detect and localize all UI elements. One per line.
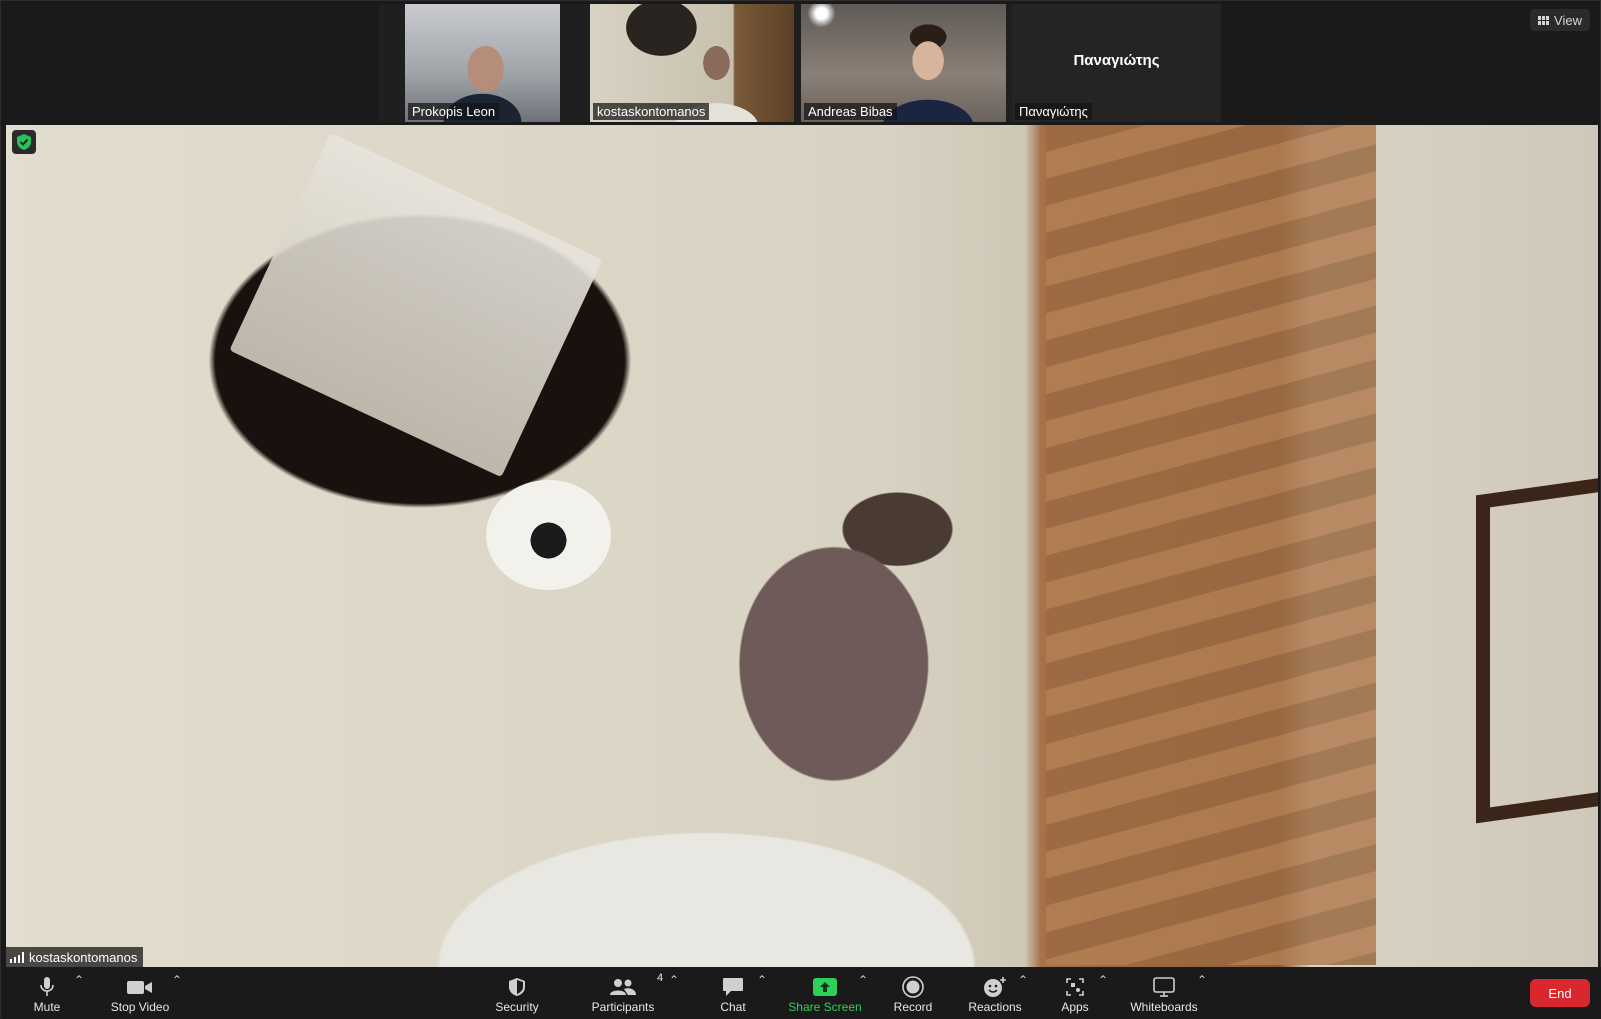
- record-icon: [902, 974, 924, 1000]
- stop-video-label: Stop Video: [110, 1000, 170, 1014]
- apps-icon: [1065, 974, 1085, 1000]
- apps-button[interactable]: Apps: [1056, 971, 1094, 1017]
- participant-tile-prokopis[interactable]: Prokopis Leon: [405, 4, 560, 122]
- background-shelves: [1046, 125, 1376, 965]
- main-speaker-video: [6, 125, 1598, 967]
- participant-name: kostaskontomanos: [593, 103, 710, 120]
- mute-button[interactable]: Mute: [23, 971, 71, 1017]
- view-label: View: [1554, 12, 1582, 28]
- chevron-up-icon[interactable]: ⌃: [1197, 973, 1207, 987]
- end-meeting-button[interactable]: End: [1530, 979, 1590, 1007]
- reactions-button[interactable]: Reactions: [966, 971, 1024, 1017]
- security-button[interactable]: Security: [491, 971, 543, 1017]
- mute-label: Mute: [33, 1000, 61, 1014]
- participant-tile-kostas[interactable]: kostaskontomanos: [590, 4, 794, 122]
- background-boxes: [229, 132, 603, 478]
- participant-name: Andreas Bibas: [804, 103, 897, 120]
- whiteboards-button[interactable]: Whiteboards: [1128, 971, 1200, 1017]
- chat-label: Chat: [720, 1000, 746, 1014]
- background-tape-roll: [486, 480, 611, 590]
- participants-label: Participants: [591, 1000, 655, 1014]
- chevron-up-icon[interactable]: ⌃: [1098, 973, 1108, 987]
- participants-icon: 4: [609, 972, 663, 1000]
- microphone-icon: [39, 974, 55, 1000]
- chevron-up-icon[interactable]: ⌃: [858, 973, 868, 987]
- chat-button[interactable]: Chat: [713, 971, 753, 1017]
- chat-bubble-icon: [722, 974, 744, 1000]
- chevron-up-icon[interactable]: ⌃: [1018, 973, 1028, 987]
- whiteboards-label: Whiteboards: [1130, 1000, 1198, 1014]
- security-label: Security: [495, 1000, 539, 1014]
- participant-tile-andreas[interactable]: Andreas Bibas: [801, 4, 1006, 122]
- stop-video-button[interactable]: Stop Video: [107, 971, 173, 1017]
- background-picture-frame: [1476, 474, 1598, 824]
- record-button[interactable]: Record: [891, 971, 935, 1017]
- share-screen-button[interactable]: Share Screen: [788, 971, 862, 1017]
- participant-big-name: Παναγιώτης: [1073, 52, 1160, 69]
- encryption-shield-icon[interactable]: [12, 130, 36, 154]
- meeting-toolbar: Mute ⌃ Stop Video ⌃ Security 4 Participa…: [1, 967, 1601, 1019]
- view-button[interactable]: View: [1530, 9, 1590, 31]
- participant-name: Prokopis Leon: [408, 103, 500, 120]
- apps-label: Apps: [1061, 1000, 1089, 1014]
- participant-strip: Prokopis Leon kostaskontomanos Andreas B…: [379, 4, 1221, 122]
- zoom-meeting-window: Prokopis Leon kostaskontomanos Andreas B…: [0, 0, 1601, 1019]
- share-screen-label: Share Screen: [788, 1000, 862, 1014]
- chevron-up-icon[interactable]: ⌃: [669, 973, 679, 987]
- chevron-up-icon[interactable]: ⌃: [757, 973, 767, 987]
- speaker-name-label: kostaskontomanos: [6, 947, 144, 967]
- chevron-up-icon[interactable]: ⌃: [172, 973, 182, 987]
- smiley-plus-icon: [983, 974, 1007, 1000]
- security-shield-icon: [508, 974, 526, 1000]
- participants-button[interactable]: 4 Participants: [588, 971, 663, 1017]
- participant-tile-panagiotis[interactable]: Παναγιώτης Παναγιώτης: [1012, 4, 1221, 122]
- signal-strength-icon: [10, 951, 24, 963]
- reactions-label: Reactions: [968, 1000, 1022, 1014]
- video-camera-icon: [127, 974, 153, 1000]
- chevron-up-icon[interactable]: ⌃: [74, 973, 84, 987]
- record-label: Record: [893, 1000, 933, 1014]
- participants-count: 4: [657, 972, 664, 984]
- share-screen-icon: [813, 974, 837, 1000]
- speaker-name: kostaskontomanos: [29, 949, 138, 965]
- whiteboard-icon: [1152, 974, 1176, 1000]
- participant-name: Παναγιώτης: [1015, 103, 1092, 120]
- grid-icon: [1538, 13, 1550, 28]
